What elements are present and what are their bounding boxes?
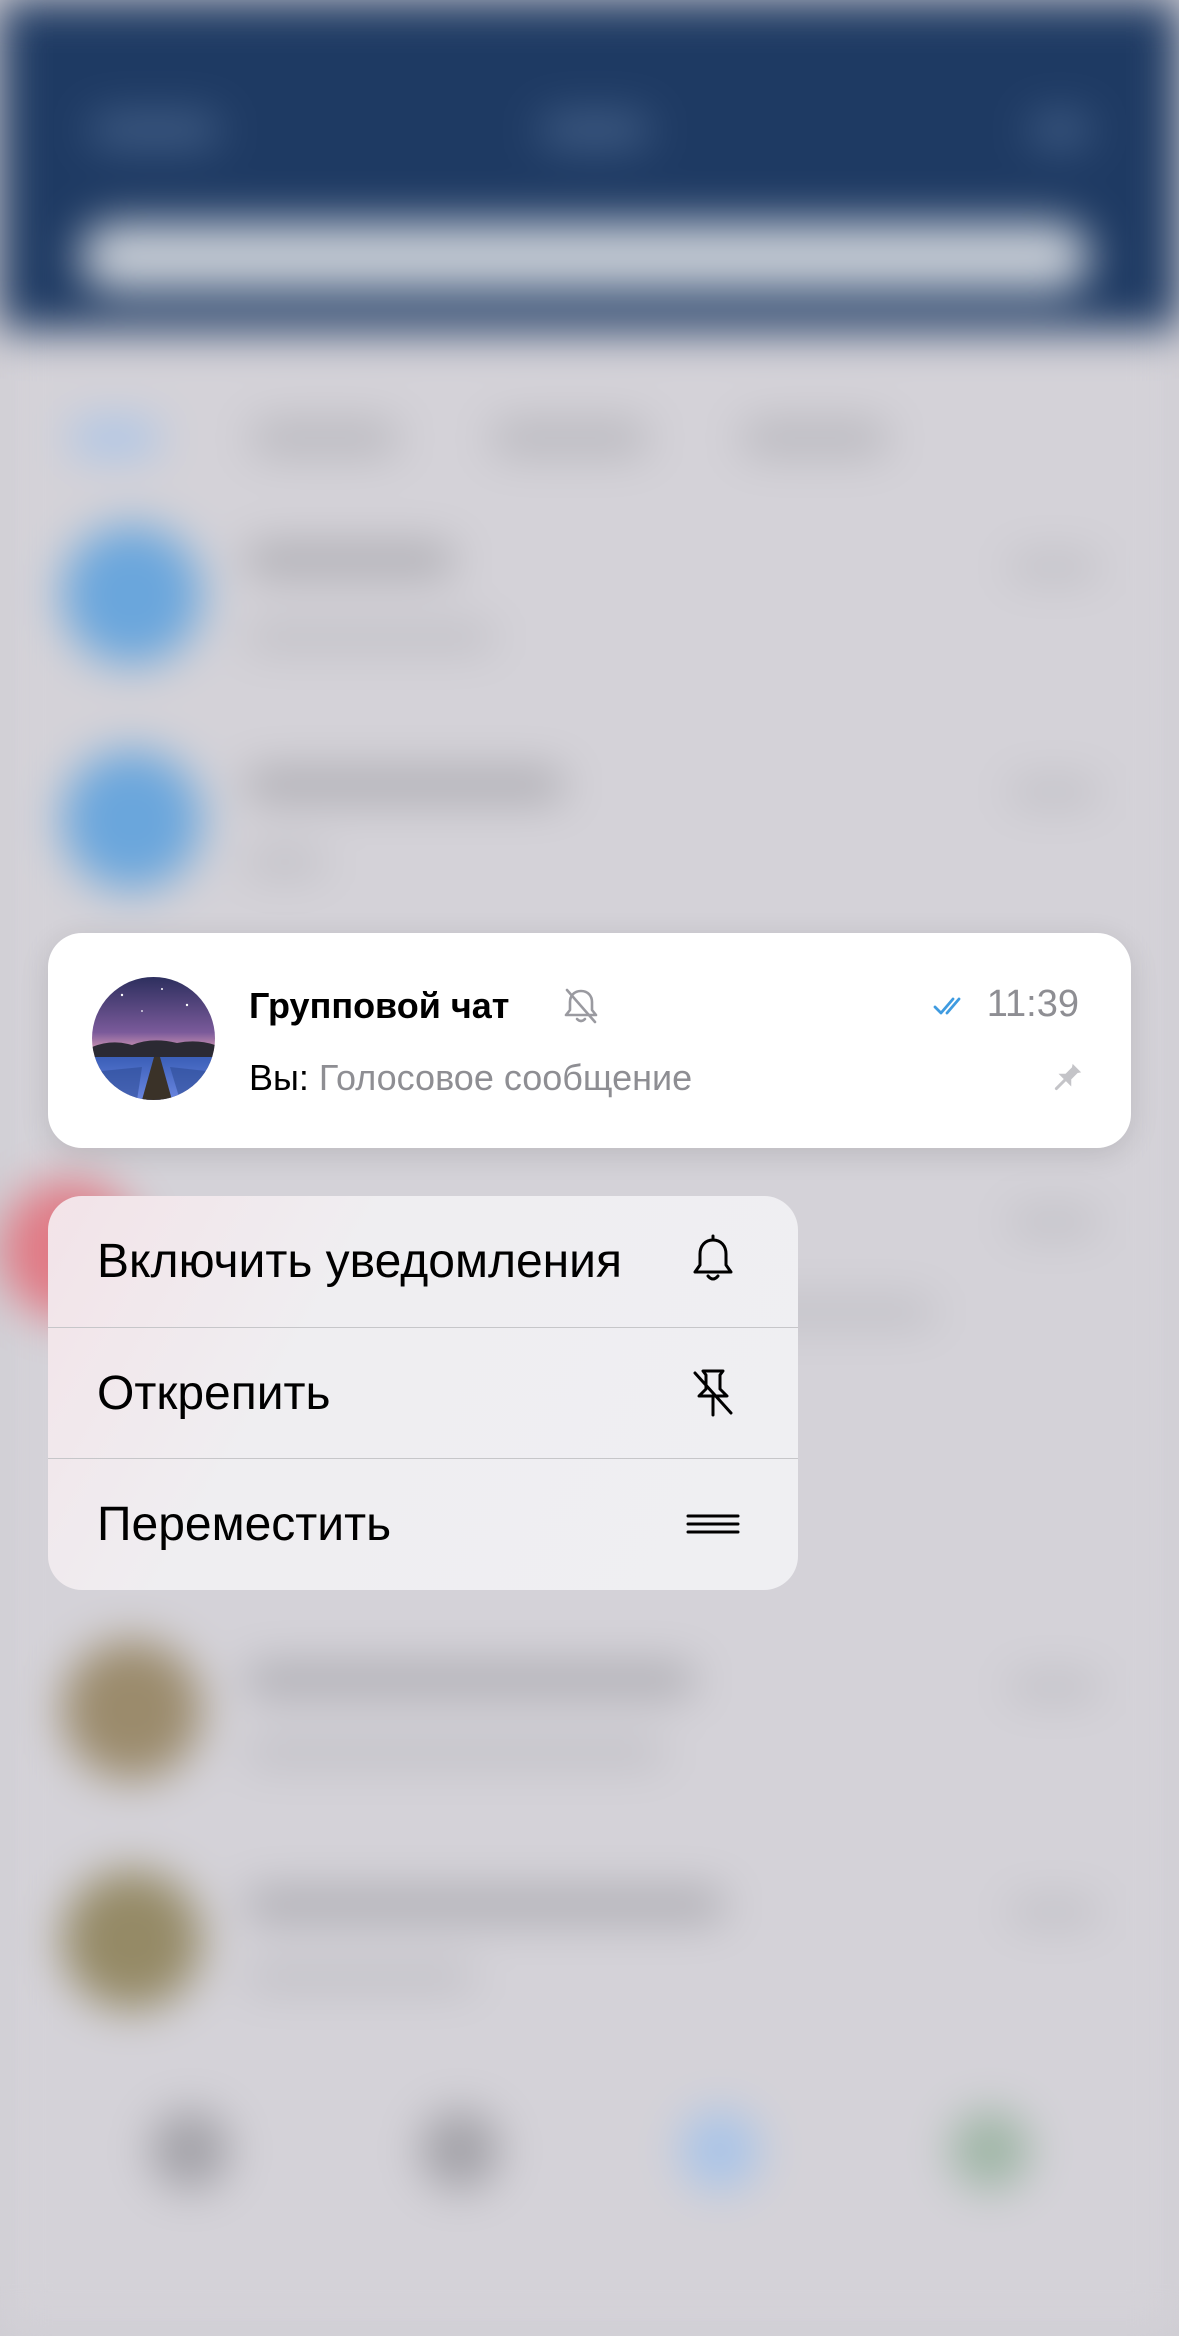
blurred-row-title	[245, 545, 455, 575]
menu-item-label: Открепить	[97, 1367, 331, 1420]
chat-title: Групповой чат	[249, 985, 510, 1026]
blurred-row-time	[1009, 555, 1099, 579]
muted-bell-icon	[564, 988, 598, 1024]
blurred-avatar	[62, 525, 202, 665]
double-check-icon	[933, 997, 961, 1015]
blurred-tab	[250, 420, 400, 456]
blurred-row-text	[245, 1740, 665, 1764]
chat-context-menu: Включить уведомления Открепить Перемести…	[48, 1196, 798, 1590]
blurred-avatar	[62, 750, 202, 890]
blurred-tabbar-icon	[950, 2110, 1030, 2190]
blurred-header-title	[540, 115, 650, 145]
menu-item-label: Переместить	[97, 1498, 392, 1551]
blurred-tab	[490, 420, 650, 456]
blurred-tabbar-icon	[150, 2110, 230, 2190]
blurred-avatar	[62, 1870, 202, 2010]
blurred-tabbar-icon	[420, 2110, 500, 2190]
blurred-row-title	[245, 1890, 725, 1920]
blurred-background	[0, 0, 1179, 2336]
menu-item-unpin[interactable]: Открепить	[48, 1327, 798, 1459]
blurred-row-time	[1009, 1675, 1099, 1699]
pin-icon	[1054, 1063, 1082, 1091]
blurred-avatar	[62, 1640, 202, 1780]
landscape-avatar-image	[92, 977, 215, 1100]
chat-time: 11:39	[986, 983, 1079, 1025]
menu-item-enable-notifications[interactable]: Включить уведомления	[48, 1196, 798, 1327]
chat-message-text: Голосовое сообщение	[318, 1057, 693, 1098]
blurred-header-left	[90, 115, 220, 145]
blurred-row-time	[1009, 780, 1099, 804]
blurred-row-text	[245, 850, 325, 874]
bell-icon	[693, 1234, 733, 1281]
blurred-row-text	[245, 1965, 475, 1989]
unpin-icon	[693, 1369, 733, 1417]
blurred-row-time	[1009, 1900, 1099, 1924]
blurred-row-text	[245, 625, 495, 649]
chat-avatar	[92, 977, 215, 1100]
chat-last-message: Вы: Голосовое сообщение	[249, 1057, 692, 1099]
blurred-row-title	[245, 770, 565, 800]
blurred-tab	[70, 420, 160, 456]
blurred-tabbar-icon	[680, 2110, 760, 2190]
menu-item-move[interactable]: Переместить	[48, 1458, 798, 1590]
blurred-search-bar	[80, 222, 1090, 292]
menu-item-label: Включить уведомления	[97, 1235, 622, 1288]
chat-sender: Вы:	[249, 1057, 309, 1098]
blurred-header-right	[1030, 115, 1090, 145]
chat-preview-card[interactable]: Групповой чат 11:39 Вы: Голосовое сообще…	[48, 933, 1131, 1148]
reorder-icon	[686, 1514, 740, 1534]
blurred-row-title	[245, 1665, 695, 1695]
blurred-row-time	[1009, 1210, 1099, 1234]
blurred-tab	[740, 420, 890, 456]
